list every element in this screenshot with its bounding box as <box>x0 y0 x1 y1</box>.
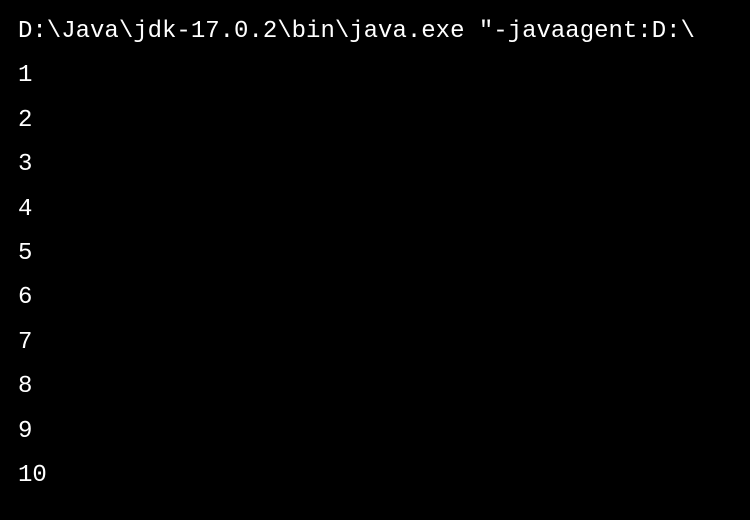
console-output: 12345678910 <box>18 54 732 498</box>
console-command-line: D:\Java\jdk-17.0.2\bin\java.exe "-javaag… <box>18 10 732 54</box>
console-output-line: 4 <box>18 188 732 232</box>
console-output-line: 9 <box>18 410 732 454</box>
console-output-line: 3 <box>18 143 732 187</box>
console-output-line: 6 <box>18 276 732 320</box>
console-output-line: 10 <box>18 454 732 498</box>
console-output-line: 7 <box>18 321 732 365</box>
console-output-line: 5 <box>18 232 732 276</box>
console-output-line: 2 <box>18 99 732 143</box>
console-output-line: 1 <box>18 54 732 98</box>
console-output-line: 8 <box>18 365 732 409</box>
